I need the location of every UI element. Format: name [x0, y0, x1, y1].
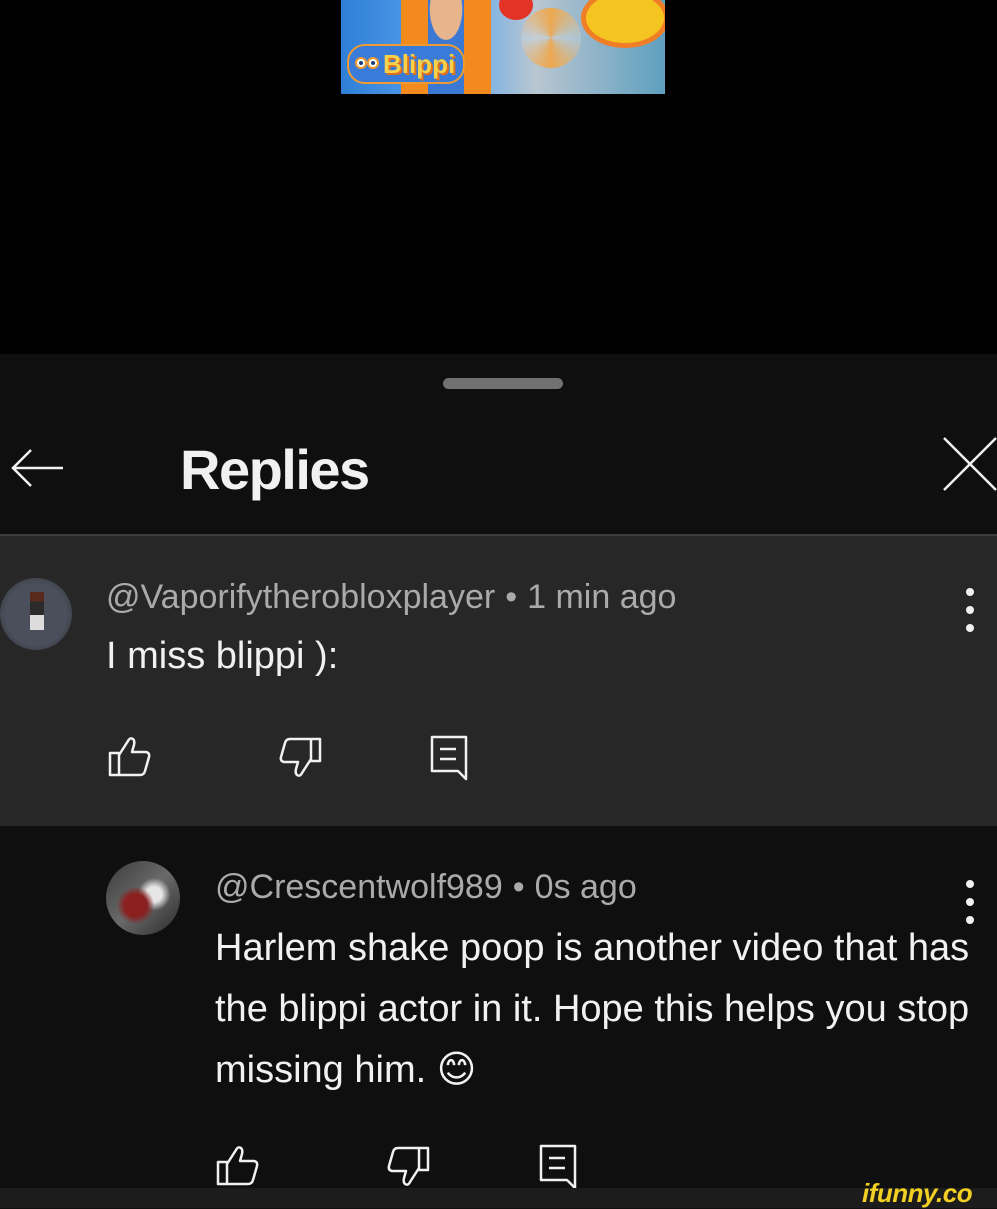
comment-time: 0s ago — [534, 868, 637, 906]
more-options-button[interactable] — [958, 588, 982, 632]
avatar[interactable] — [0, 578, 72, 650]
comment-author[interactable]: @Vaporifytherobloxplayer — [106, 578, 495, 616]
more-dot — [966, 624, 974, 632]
more-options-button[interactable] — [958, 880, 982, 924]
comment-time: 1 min ago — [527, 578, 677, 616]
glasses-icon — [355, 57, 379, 69]
video-thumbnail[interactable]: Blippi — [341, 0, 665, 94]
parent-comment: @Vaporifytherobloxplayer • 1 min ago I mis… — [0, 536, 997, 826]
comment-meta: @Crescentwolf989 • 0s ago — [215, 866, 637, 908]
like-button[interactable] — [214, 1142, 262, 1190]
page-title: Replies — [180, 438, 370, 501]
thumbs-up-icon — [216, 1146, 259, 1186]
replies-header: Replies — [0, 424, 997, 534]
dislike-button[interactable] — [276, 733, 324, 781]
video-player[interactable]: Blippi — [0, 0, 997, 354]
comment-text: I miss blippi ): — [106, 635, 339, 677]
ifunny-watermark: ifunny.co — [862, 1178, 973, 1208]
avatar-figure — [30, 592, 44, 630]
reply-icon — [539, 1144, 577, 1190]
drag-handle[interactable] — [443, 378, 563, 389]
blippi-logo: Blippi — [347, 44, 466, 84]
more-dot — [966, 898, 974, 906]
reply-button[interactable] — [426, 733, 474, 781]
more-dot — [966, 880, 974, 888]
thumbs-up-icon — [108, 737, 151, 777]
close-icon — [943, 437, 997, 491]
thumbs-down-icon — [279, 737, 322, 777]
thumbnail-swirl-image — [521, 8, 581, 68]
meta-separator: • — [505, 578, 518, 616]
meta-separator: • — [512, 868, 525, 906]
dislike-button[interactable] — [384, 1142, 432, 1190]
replies-sheet: Replies @Vaporifytherobloxplayer • 1 min a… — [0, 354, 997, 1208]
reply-button[interactable] — [535, 1142, 583, 1190]
reply-icon — [430, 735, 468, 781]
bottom-bar — [0, 1188, 997, 1208]
comment-meta: @Vaporifytherobloxplayer • 1 min ago — [106, 576, 676, 618]
like-button[interactable] — [106, 733, 154, 781]
more-dot — [966, 606, 974, 614]
blippi-logo-text: Blippi — [383, 49, 456, 79]
arrow-left-icon — [11, 449, 63, 487]
reply-comment: @Crescentwolf989 • 0s ago Harlem shake poo… — [0, 826, 997, 1208]
back-button[interactable] — [6, 438, 66, 498]
comment-text: Harlem shake poop is another video that … — [215, 927, 970, 1091]
comment-author[interactable]: @Crescentwolf989 — [215, 868, 503, 906]
thumbs-down-icon — [387, 1146, 430, 1186]
avatar[interactable] — [106, 861, 180, 935]
more-dot — [966, 588, 974, 596]
close-button[interactable] — [940, 434, 997, 494]
more-dot — [966, 916, 974, 924]
thumbnail-disc-image — [581, 0, 665, 48]
